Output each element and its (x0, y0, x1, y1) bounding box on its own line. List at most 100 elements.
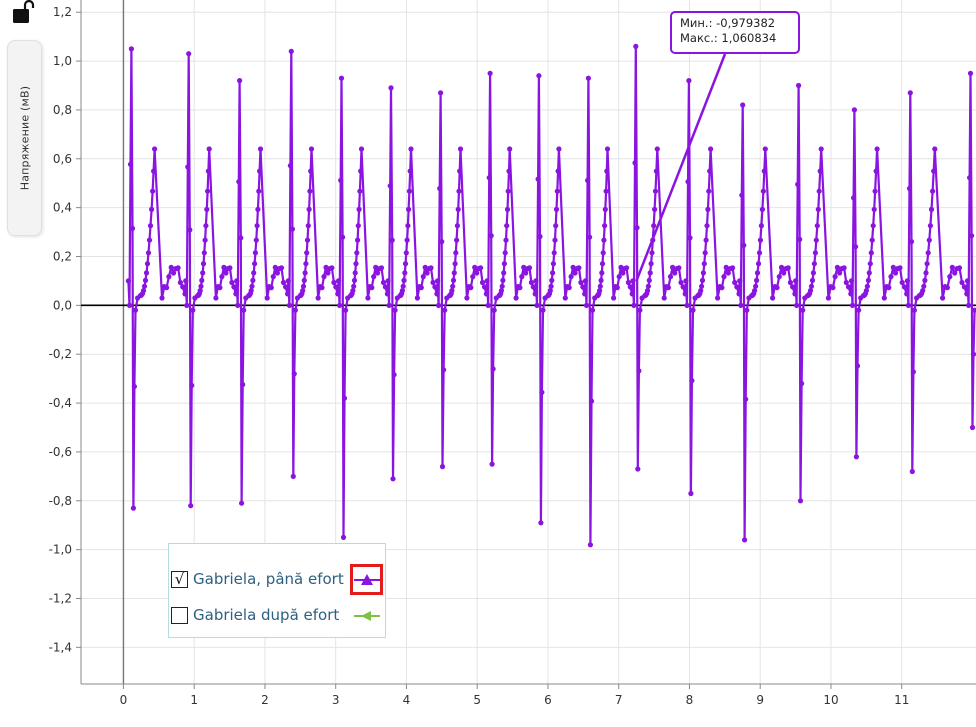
data-point (554, 188, 560, 194)
data-point (931, 168, 937, 174)
data-point (719, 285, 725, 291)
data-point (776, 274, 782, 280)
data-point (853, 454, 860, 460)
data-point (837, 270, 843, 276)
legend-marker[interactable] (350, 600, 383, 631)
data-point (952, 270, 958, 276)
data-point (928, 206, 935, 212)
data-point (146, 237, 153, 243)
data-point (647, 270, 653, 276)
y-tick-label: -0,6 (49, 445, 72, 459)
data-point (715, 295, 721, 301)
y-tick-label: 0,4 (53, 201, 72, 215)
data-point (832, 274, 838, 280)
data-point (867, 261, 873, 267)
lock-button[interactable] (8, 0, 36, 28)
data-point (966, 302, 972, 308)
data-point (175, 265, 181, 271)
data-point (865, 277, 872, 283)
data-point (305, 223, 311, 229)
legend-checkbox-gabriela-pana-efort[interactable]: √ (171, 570, 188, 588)
data-point (352, 270, 358, 276)
data-point (287, 163, 293, 169)
data-point (489, 461, 495, 467)
legend-marker-highlight[interactable] (350, 564, 383, 595)
y-tick-label: -0,8 (49, 494, 72, 508)
data-point (378, 265, 385, 271)
data-point (143, 270, 150, 276)
data-point (213, 295, 219, 301)
data-point (815, 206, 821, 212)
data-point (967, 70, 974, 76)
data-point (752, 288, 758, 294)
data-point (254, 223, 260, 229)
data-point (684, 302, 690, 308)
data-point (530, 284, 536, 290)
data-point (597, 283, 603, 289)
x-tick-label: 10 (823, 693, 838, 707)
data-point (270, 274, 276, 280)
data-point (125, 278, 131, 284)
series-gabriela-pana-efort[interactable] (125, 43, 976, 548)
legend-checkbox-gabriela-dupa-efort[interactable] (171, 606, 188, 624)
data-point (680, 284, 686, 290)
legend-item-gabriela-pana-efort[interactable]: √ Gabriela, până efort (171, 566, 344, 592)
legend-label: Gabriela după efort (193, 606, 340, 624)
data-point (188, 503, 194, 509)
data-point (338, 177, 344, 183)
data-point (899, 279, 905, 286)
data-point (970, 351, 976, 357)
data-point (405, 223, 411, 229)
data-point (947, 274, 953, 280)
data-point (737, 278, 743, 284)
y-tick-label: 1,0 (53, 54, 72, 68)
data-point (704, 223, 710, 229)
data-point (553, 206, 560, 212)
data-point (904, 278, 911, 284)
data-point (186, 51, 192, 57)
data-point (757, 237, 764, 243)
data-point (288, 48, 294, 54)
data-point (401, 277, 407, 283)
data-point (450, 277, 457, 283)
data-point (869, 237, 875, 243)
data-point (306, 206, 312, 212)
data-point (614, 285, 620, 291)
data-point (633, 43, 639, 50)
data-point (264, 295, 270, 301)
data-point (760, 188, 767, 194)
data-point (550, 270, 556, 276)
data-point (350, 288, 356, 294)
data-point (629, 291, 635, 297)
data-point (418, 285, 424, 291)
data-point (432, 284, 438, 290)
data-point (371, 274, 377, 280)
data-point (555, 168, 561, 174)
data-point (343, 307, 349, 313)
data-point (147, 223, 154, 229)
data-point (648, 261, 654, 267)
data-point (292, 307, 298, 313)
y-axis-label-tab[interactable]: Напряжение (мВ) (7, 40, 42, 236)
x-tick-label: 8 (686, 693, 694, 707)
data-point (428, 265, 434, 271)
data-point (548, 283, 554, 289)
data-point (257, 168, 263, 174)
data-point (483, 291, 489, 297)
data-point (888, 274, 894, 280)
data-point (556, 146, 562, 152)
data-point (969, 424, 976, 431)
data-point (799, 380, 805, 387)
data-point (414, 295, 420, 301)
data-point (890, 264, 896, 270)
legend-item-gabriela-dupa-efort[interactable]: Gabriela după efort (171, 602, 339, 628)
data-point (550, 261, 557, 267)
data-point (457, 146, 464, 152)
data-point (335, 278, 342, 284)
data-point (740, 102, 746, 108)
data-point (500, 277, 506, 283)
data-point (499, 283, 505, 289)
data-point (705, 206, 711, 212)
data-point (505, 188, 511, 194)
data-point (689, 378, 695, 384)
